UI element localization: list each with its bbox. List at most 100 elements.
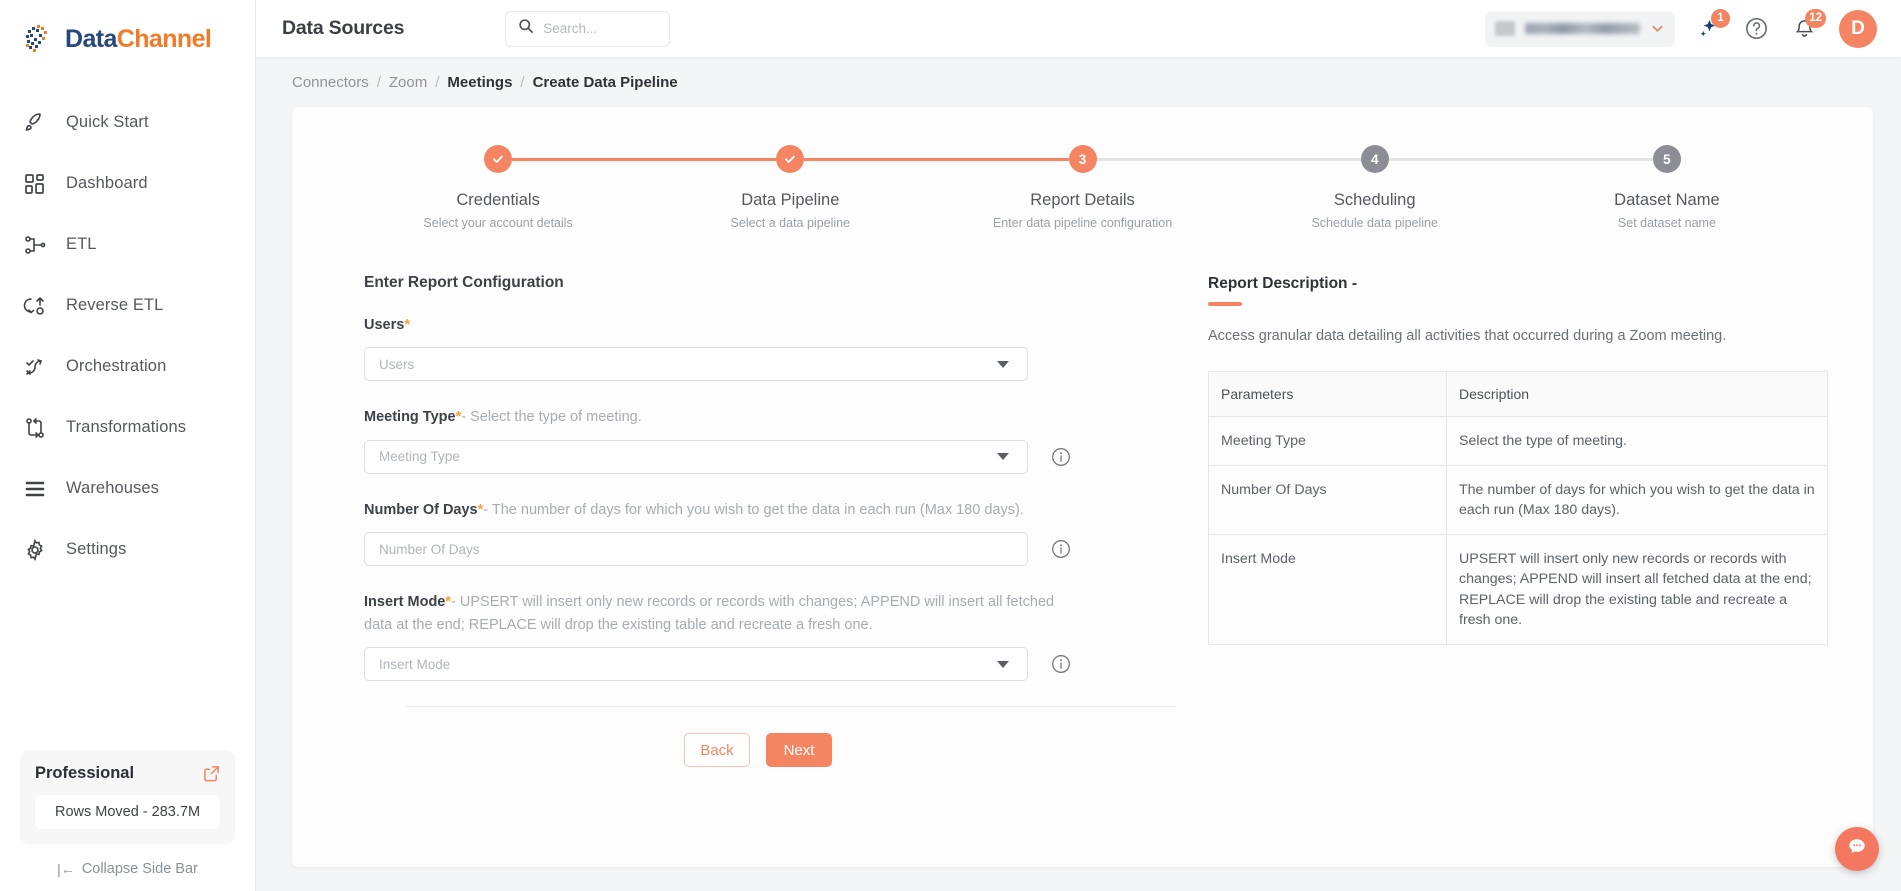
- avatar[interactable]: D: [1839, 9, 1877, 48]
- reverse-etl-icon: [22, 293, 48, 319]
- breadcrumb-item-meetings[interactable]: Meetings: [447, 74, 512, 91]
- step-row: 5: [1520, 145, 1813, 173]
- step-connector: [1228, 158, 1361, 161]
- step-credentials[interactable]: Credentials Select your account details: [352, 145, 645, 230]
- field-label-name: Users: [364, 317, 405, 333]
- chat-widget-button[interactable]: [1835, 827, 1879, 871]
- collapse-sidebar-button[interactable]: |← Collapse Side Bar: [20, 861, 235, 877]
- org-logo-icon: [1495, 21, 1515, 36]
- step-title: Scheduling: [1333, 191, 1416, 209]
- report-description-panel: Report Description - Access granular dat…: [1152, 274, 1828, 767]
- step-connector: [936, 158, 1069, 161]
- ai-assist-button[interactable]: 1: [1693, 8, 1730, 44]
- info-icon[interactable]: [1050, 446, 1072, 468]
- users-select[interactable]: Users: [364, 347, 1028, 382]
- form-heading: Enter Report Configuration: [364, 274, 564, 291]
- field-label-hint: - The number of days for which you wish …: [483, 501, 1024, 518]
- info-icon[interactable]: [1050, 653, 1072, 675]
- cell-parameter: Insert Mode: [1208, 534, 1447, 645]
- step-title: Report Details: [1030, 191, 1135, 209]
- step-report-details[interactable]: 3 Report Details Enter data pipeline con…: [936, 145, 1229, 230]
- sidebar-item-dashboard[interactable]: Dashboard: [0, 153, 255, 214]
- column-header-description: Description: [1446, 370, 1828, 417]
- sidebar-item-etl[interactable]: ETL: [0, 214, 255, 275]
- field-label-hint: - Select the type of meeting.: [461, 409, 642, 426]
- step-connector: [804, 158, 937, 161]
- search-box[interactable]: [505, 10, 671, 47]
- sidebar-item-settings[interactable]: Settings: [0, 519, 255, 580]
- step-scheduling[interactable]: 4 Scheduling Schedule data pipeline: [1228, 145, 1521, 230]
- sidebar-footer: Professional Rows Moved - 283.7M |← Coll…: [0, 750, 255, 891]
- cell-description: The number of days for which you wish to…: [1446, 464, 1828, 536]
- chevron-down-icon: [997, 453, 1009, 461]
- step-subtitle: Enter data pipeline configuration: [992, 216, 1173, 230]
- chat-bubble-icon: [1845, 835, 1869, 864]
- etl-branch-icon: [22, 232, 48, 258]
- field-label-name: Meeting Type: [364, 409, 456, 426]
- sidebar-item-orchestration[interactable]: Orchestration: [0, 336, 255, 397]
- org-selector[interactable]: [1485, 10, 1675, 47]
- breadcrumb-item-create-data-pipeline: Create Data Pipeline: [532, 73, 678, 91]
- orchestration-icon: [22, 354, 48, 380]
- logo-text-data: Data: [65, 24, 117, 53]
- field-label-name: Insert Mode: [364, 594, 446, 611]
- rocket-icon: [22, 110, 48, 136]
- users-select-placeholder: Users: [379, 356, 415, 372]
- meeting-type-select-placeholder: Meeting Type: [379, 449, 460, 465]
- grid-icon: [22, 171, 48, 197]
- notifications-button[interactable]: 12: [1789, 8, 1826, 44]
- back-button[interactable]: Back: [684, 733, 750, 768]
- logo-text-channel: Channel: [116, 24, 212, 53]
- plan-name: Professional: [35, 764, 135, 782]
- sidebar-item-label: Reverse ETL: [66, 296, 164, 314]
- sidebar-item-label: Settings: [66, 540, 127, 558]
- step-data-pipeline[interactable]: Data Pipeline Select a data pipeline: [644, 145, 937, 230]
- number-of-days-input[interactable]: Number Of Days: [364, 532, 1028, 567]
- app-logo[interactable]: DataChannel: [0, 0, 255, 78]
- table-row: Number Of Days The number of days for wh…: [1208, 464, 1828, 536]
- sidebar-item-label: Dashboard: [66, 174, 148, 192]
- sidebar-item-warehouses[interactable]: Warehouses: [0, 458, 255, 519]
- breadcrumb-item-zoom[interactable]: Zoom: [389, 74, 427, 91]
- search-input[interactable]: [543, 21, 658, 36]
- sidebar-item-label: Warehouses: [66, 479, 160, 497]
- ai-assist-badge: 1: [1711, 8, 1730, 28]
- rows-moved-badge: Rows Moved - 283.7M: [35, 795, 220, 829]
- field-input-row: Meeting Type: [364, 439, 1152, 474]
- gear-icon: [22, 537, 48, 563]
- field-input-row: Number Of Days: [364, 532, 1152, 567]
- sidebar-item-reverse-etl[interactable]: Reverse ETL: [0, 275, 255, 336]
- step-dataset-name[interactable]: 5 Dataset Name Set dataset name: [1520, 145, 1813, 230]
- title-underline: [1208, 302, 1242, 306]
- insert-mode-select[interactable]: Insert Mode: [364, 647, 1028, 682]
- meeting-type-select[interactable]: Meeting Type: [364, 439, 1028, 474]
- globe-pixel-icon: [22, 22, 56, 56]
- field-users: Users* Users: [364, 314, 1152, 382]
- notifications-badge: 12: [1805, 8, 1826, 28]
- step-connector: [1388, 158, 1521, 161]
- table-body: Meeting Type Select the type of meeting.…: [1208, 415, 1828, 645]
- cell-parameter: Meeting Type: [1208, 415, 1447, 466]
- sidebar-item-transformations[interactable]: Transformations: [0, 397, 255, 458]
- step-title: Data Pipeline: [741, 191, 840, 209]
- breadcrumb: Connectors / Zoom / Meetings / Create Da…: [256, 57, 1901, 107]
- info-icon[interactable]: [1050, 538, 1072, 560]
- step-title: Credentials: [456, 191, 540, 209]
- help-button[interactable]: [1741, 14, 1771, 44]
- next-button[interactable]: Next: [766, 733, 832, 768]
- wizard-body: Enter Report Configuration Users* Users: [292, 230, 1873, 768]
- field-label: Insert Mode*- UPSERT will insert only ne…: [364, 591, 1064, 636]
- breadcrumb-item-connectors[interactable]: Connectors: [292, 74, 369, 91]
- external-link-icon[interactable]: [203, 765, 220, 782]
- sidebar-item-label: ETL: [66, 235, 97, 253]
- org-name-blurred: [1525, 23, 1640, 34]
- required-star: *: [404, 317, 410, 333]
- content-area: Connectors / Zoom / Meetings / Create Da…: [256, 57, 1901, 891]
- field-insert-mode: Insert Mode*- UPSERT will insert only ne…: [364, 591, 1152, 682]
- page-title: Data Sources: [282, 17, 405, 39]
- step-row: 3: [936, 145, 1229, 173]
- warehouse-stack-icon: [22, 476, 48, 502]
- breadcrumb-separator: /: [520, 73, 525, 91]
- sidebar-item-quick-start[interactable]: Quick Start: [0, 92, 255, 153]
- topbar-right: 1 12 D: [1485, 8, 1877, 48]
